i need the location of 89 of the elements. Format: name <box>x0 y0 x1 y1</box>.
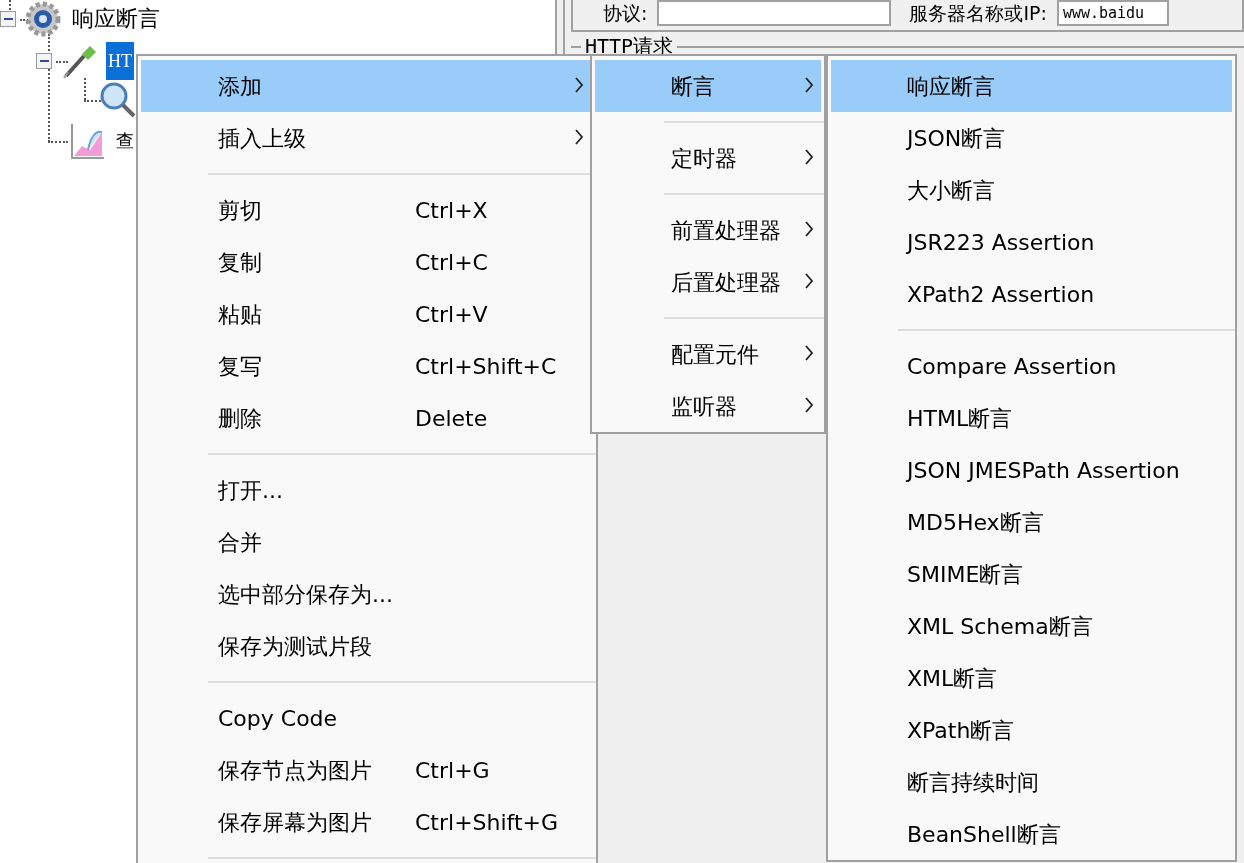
menu-label: 保存屏幕为图片 <box>218 808 373 837</box>
menu-label: 选中部分保存为... <box>218 580 393 609</box>
menu-item[interactable]: 保存屏幕为图片 Ctrl+Shift+G <box>141 796 593 848</box>
menu-label: 保存节点为图片 <box>218 756 373 785</box>
menu-label: MD5Hex断言 <box>907 508 1044 537</box>
menu-label: JSON断言 <box>907 124 1006 153</box>
shortcut-label: Ctrl+Shift+C <box>415 352 557 381</box>
menu-label: 合并 <box>218 528 262 557</box>
menu-item[interactable]: XML Schema断言 <box>831 600 1232 652</box>
menu-label: 大小断言 <box>907 176 995 205</box>
menu-item[interactable]: 响应断言 <box>831 60 1232 112</box>
menu-item[interactable]: 保存为测试片段 <box>141 620 593 672</box>
menu-label: 断言 <box>671 72 715 101</box>
menu-item[interactable]: 保存节点为图片 Ctrl+G <box>141 744 593 796</box>
menu-item[interactable]: 复制 Ctrl+C <box>141 236 593 288</box>
menu-label: 响应断言 <box>907 72 995 101</box>
menu-item[interactable]: 粘贴 Ctrl+V <box>141 288 593 340</box>
menu-item[interactable]: BeanShell断言 <box>831 808 1232 860</box>
protocol-label: 协议: <box>603 1 648 26</box>
menu-label: Copy Code <box>218 704 338 733</box>
menu-item[interactable]: 后置处理器 <box>595 256 821 308</box>
menu-label: 保存为测试片段 <box>218 632 372 661</box>
tree-node[interactable]: HT <box>106 42 134 80</box>
menu-label: 打开... <box>218 476 283 505</box>
menu-item[interactable]: JSON JMESPath Assertion <box>831 444 1232 496</box>
menu-item[interactable]: 删除 Delete <box>141 392 593 444</box>
menu-label: 粘贴 <box>218 300 263 329</box>
menu-label: JSON JMESPath Assertion <box>907 456 1180 485</box>
shortcut-label: Delete <box>415 404 488 433</box>
menu-item[interactable]: JSON断言 <box>831 112 1232 164</box>
server-field[interactable]: www.baidu <box>1056 0 1169 26</box>
gear-icon <box>24 0 62 38</box>
menu-label: 前置处理器 <box>671 216 781 245</box>
menu-item[interactable]: 监听器 <box>595 380 821 432</box>
menu-item[interactable]: XPath2 Assertion <box>831 268 1232 320</box>
menu-label: HTML断言 <box>907 404 1013 433</box>
menu-item[interactable]: 打开... <box>141 464 593 516</box>
menu-label: XML Schema断言 <box>907 612 1093 641</box>
magnifier-icon <box>98 80 136 118</box>
menu-label: SMIME断言 <box>907 560 1024 589</box>
menu-label: 配置元件 <box>671 340 759 369</box>
menu-item[interactable]: 大小断言 <box>831 164 1232 216</box>
menu-label: XPath2 Assertion <box>907 280 1095 309</box>
shortcut-label: Ctrl+C <box>415 248 488 277</box>
menu-label: 监听器 <box>671 392 737 421</box>
menu-item[interactable]: 断言 <box>595 60 821 112</box>
menu-label: BeanShell断言 <box>907 820 1061 849</box>
shortcut-label: Ctrl+X <box>415 196 488 225</box>
menu-item[interactable]: 复写 Ctrl+Shift+C <box>141 340 593 392</box>
menu-item[interactable]: Copy Code <box>141 692 593 744</box>
menu-item[interactable]: SMIME断言 <box>831 548 1232 600</box>
menu-item[interactable]: 定时器 <box>595 132 821 184</box>
menu-item[interactable]: HTML断言 <box>831 392 1232 444</box>
menu-item[interactable]: Compare Assertion <box>831 340 1232 392</box>
menu-label: Compare Assertion <box>907 352 1117 381</box>
shortcut-label: Ctrl+G <box>415 756 490 785</box>
menu-label: 删除 <box>218 404 263 433</box>
menu-item[interactable]: 插入上级 <box>141 112 593 164</box>
menu-label: 复制 <box>218 248 263 277</box>
menu-item[interactable]: 配置元件 <box>595 328 821 380</box>
menu-item[interactable]: 前置处理器 <box>595 204 821 256</box>
menu-label: 定时器 <box>671 144 737 173</box>
tree-node[interactable]: 查 <box>114 122 136 160</box>
menu-label: 后置处理器 <box>671 268 781 297</box>
collapse-toggle[interactable] <box>36 53 52 69</box>
shortcut-label: Ctrl+Shift+G <box>415 808 559 837</box>
menu-label: JSR223 Assertion <box>907 228 1095 257</box>
menu-item[interactable]: 剪切 Ctrl+X <box>141 184 593 236</box>
menu-label: 断言持续时间 <box>907 768 1039 797</box>
chart-icon <box>68 122 106 160</box>
menu-item[interactable]: MD5Hex断言 <box>831 496 1232 548</box>
server-label: 服务器名称或IP: <box>909 1 1047 26</box>
menu-item[interactable]: XPath断言 <box>831 704 1232 756</box>
menu-item[interactable]: 断言持续时间 <box>831 756 1232 808</box>
menu-item[interactable]: 添加 <box>141 60 593 112</box>
tree-node[interactable]: 响应断言 <box>70 0 162 38</box>
menu-item[interactable]: JSR223 Assertion <box>831 216 1232 268</box>
collapse-toggle[interactable] <box>0 11 16 27</box>
menu-item[interactable]: 合并 <box>141 516 593 568</box>
menu-item[interactable]: 选中部分保存为... <box>141 568 593 620</box>
shortcut-label: Ctrl+V <box>415 300 488 329</box>
menu-label: XPath断言 <box>907 716 1015 745</box>
menu-label: 插入上级 <box>218 124 306 153</box>
menu-label: 复写 <box>218 352 263 381</box>
menu-item[interactable]: XML断言 <box>831 652 1232 704</box>
protocol-field[interactable] <box>657 0 892 26</box>
menu-label: XML断言 <box>907 664 998 693</box>
menu-label: 剪切 <box>218 196 263 225</box>
menu-label: 添加 <box>218 72 262 101</box>
